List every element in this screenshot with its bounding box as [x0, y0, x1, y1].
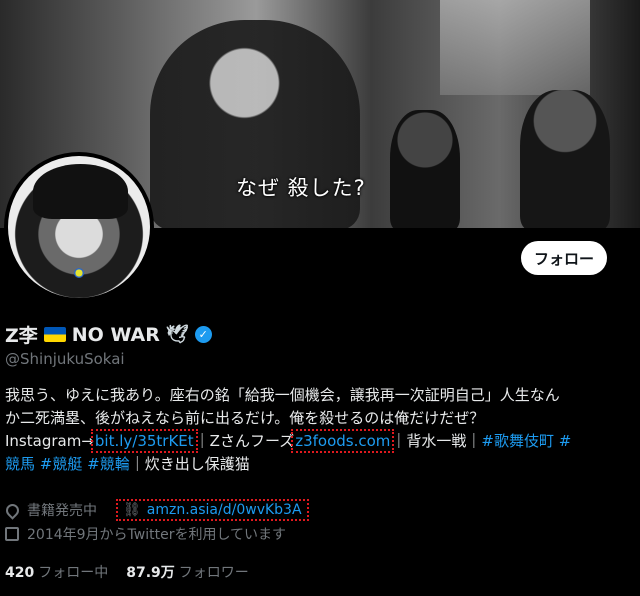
user-handle: @ShinjukuSokai: [5, 350, 125, 368]
avatar-badge: [74, 268, 84, 278]
profile-meta: 書籍発売中 ⛓ amzn.asia/d/0wvKb3A 2014年9月からTwi…: [2, 498, 309, 546]
avatar-hair: [33, 164, 128, 219]
banner-window: [440, 0, 590, 95]
hashtag-keiba-hash[interactable]: #: [559, 432, 572, 450]
profile-url[interactable]: ⛓ amzn.asia/d/0wvKb3A: [116, 499, 309, 521]
display-name-prefix: Z李: [5, 325, 38, 347]
link-icon: ⛓: [123, 502, 141, 518]
hashtag-kabukicho[interactable]: #歌舞伎町: [481, 432, 554, 450]
banner-caption: なぜ 殺した?: [236, 176, 366, 200]
display-name: Z李 NO WAR 🕊 ✓: [5, 321, 212, 348]
following-count: 420: [5, 565, 35, 581]
follow-button[interactable]: フォロー: [521, 241, 607, 275]
bio-separator-2: ｜背水一戦｜: [391, 432, 482, 450]
avatar[interactable]: [4, 152, 154, 302]
instagram-link[interactable]: bit.ly/35trKEt: [90, 429, 198, 453]
bio-line-3: Instagram→bit.ly/35trKEt｜Zさんフーズz3foods.c…: [5, 429, 630, 453]
calendar-icon: [5, 527, 19, 541]
following-label: フォロー中: [38, 565, 109, 581]
dove-icon: 🕊: [165, 324, 189, 345]
profile-url-text[interactable]: amzn.asia/d/0wvKb3A: [147, 502, 302, 518]
avatar-image: [8, 156, 150, 298]
joined-date: 2014年9月からTwitterを利用しています: [27, 527, 287, 543]
banner-figure-right: [520, 90, 610, 228]
hashtag-kyotei[interactable]: #競艇: [40, 455, 83, 473]
following-stat[interactable]: 420 フォロー中: [5, 562, 108, 582]
location-text: 書籍発売中: [27, 503, 97, 519]
bio-separator-1: ｜Zさんフーズ: [194, 432, 295, 450]
bio-tail: ｜炊き出し保護猫: [129, 455, 250, 473]
hashtag-keiba[interactable]: 競馬: [5, 455, 35, 473]
location-pin-icon: [2, 500, 22, 520]
followers-stat[interactable]: 87.9万 フォロワー: [126, 562, 249, 582]
profile-bio: 我思う、ゆえに我あり。座右の銘「給我一個機会，譲我再一次証明自己」人生なん か二…: [5, 384, 630, 476]
meta-row-joined: 2014年9月からTwitterを利用しています: [5, 522, 306, 546]
meta-row-location-url: 書籍発売中 ⛓ amzn.asia/d/0wvKb3A: [2, 498, 309, 522]
verified-badge-icon[interactable]: ✓: [194, 326, 212, 343]
ukraine-flag-icon: [43, 327, 66, 342]
followers-count: 87.9万: [126, 565, 175, 581]
banner-figure-middle: [390, 110, 460, 228]
hashtag-keirin[interactable]: #競輪: [87, 455, 130, 473]
display-name-suffix: NO WAR: [71, 323, 160, 346]
bio-instagram-prefix: Instagram→: [5, 432, 94, 450]
followers-label: フォロワー: [178, 565, 249, 581]
bio-line-1: 我思う、ゆえに我あり。座右の銘「給我一個機会，譲我再一次証明自己」人生なん: [5, 386, 560, 404]
follow-stats: 420 フォロー中 87.9万 フォロワー: [5, 562, 249, 582]
foods-link[interactable]: z3foods.com: [291, 429, 395, 453]
bio-line-2: か二死満塁、後がねえなら前に出るだけ。俺を殺せるのは俺だけだぜ？: [5, 409, 485, 427]
bio-line-4: 競馬 #競艇 #競輪｜炊き出し保護猫: [5, 453, 630, 476]
